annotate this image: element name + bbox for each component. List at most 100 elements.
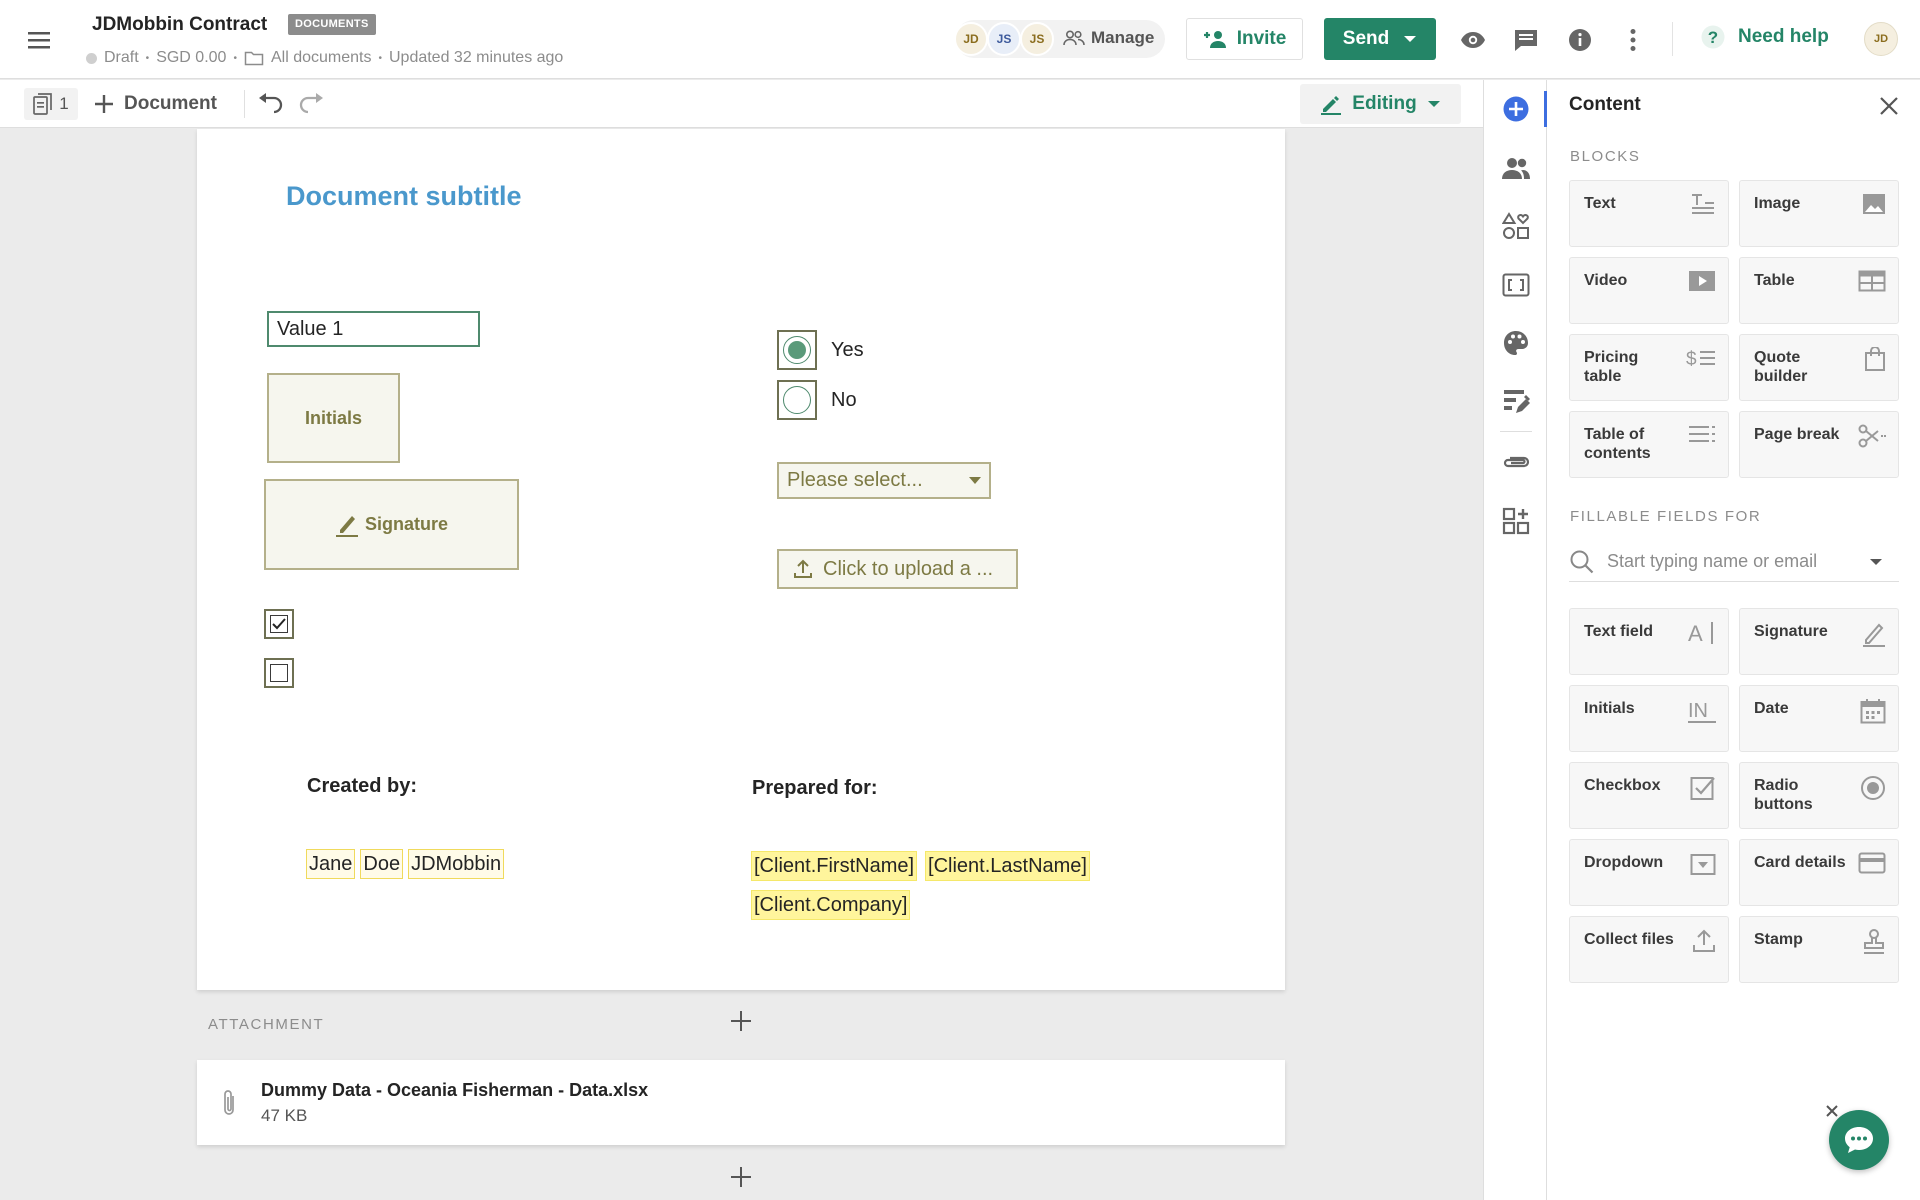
undo-icon[interactable] [256, 93, 284, 115]
client-company-row: [Client.Company] [751, 890, 911, 920]
collect-files-icon [1692, 929, 1716, 953]
field-tile-checkbox[interactable]: Checkbox [1569, 762, 1729, 829]
chat-support-button[interactable] [1829, 1110, 1889, 1170]
side-icon-rail [1483, 80, 1547, 1200]
block-tile-text[interactable]: Text [1569, 180, 1729, 247]
document-title[interactable]: JDMobbin Contract [92, 14, 267, 36]
pricing-table-icon: $ [1686, 347, 1716, 369]
document-type-badge: DOCUMENTS [288, 14, 376, 35]
close-chat-icon[interactable] [1824, 1103, 1840, 1119]
info-icon[interactable] [1564, 24, 1596, 56]
close-panel-icon[interactable] [1877, 94, 1901, 118]
dropdown-field[interactable]: Please select... [777, 462, 991, 499]
collaborator-avatar[interactable]: JS [1020, 22, 1054, 56]
document-amount: SGD 0.00 [156, 49, 227, 66]
field-tile-stamp[interactable]: Stamp [1739, 916, 1899, 983]
initials-field[interactable]: Initials [267, 373, 400, 463]
add-section-plus-icon[interactable] [730, 1166, 752, 1188]
radio-option-yes[interactable]: Yes [777, 330, 864, 370]
date-field-icon [1860, 698, 1886, 724]
more-options-icon[interactable] [1617, 24, 1649, 56]
block-tile-table-of-contents[interactable]: Table of contents [1569, 411, 1729, 478]
client-company-variable[interactable]: [Client.Company] [751, 890, 911, 920]
embed-icon[interactable] [1500, 269, 1532, 301]
manage-button[interactable]: Manage [1063, 28, 1154, 48]
caret-down-icon[interactable] [1403, 35, 1417, 43]
table-block-icon [1858, 270, 1886, 292]
text-field[interactable]: Value 1 [267, 311, 480, 347]
radio-label-no: No [831, 388, 857, 411]
apps-integrations-icon[interactable] [1500, 505, 1532, 537]
checkbox-unchecked[interactable] [264, 658, 294, 688]
redo-icon[interactable] [298, 93, 326, 115]
field-tile-collect-files[interactable]: Collect files [1569, 916, 1729, 983]
invite-label: Invite [1236, 28, 1287, 49]
question-icon: ? [1700, 24, 1726, 50]
add-document-label: Document [124, 93, 217, 114]
sender-variables: Jane Doe JDMobbin [306, 849, 505, 879]
editing-mode-button[interactable]: Editing [1300, 84, 1461, 124]
checkmark-icon [272, 618, 286, 630]
send-label: Send [1342, 28, 1390, 49]
attachment-paperclip-icon[interactable] [1500, 446, 1532, 478]
blocks-heading: BLOCKS [1570, 148, 1641, 165]
block-tile-page-break[interactable]: Page break [1739, 411, 1899, 478]
need-help-button[interactable]: ? Need help [1700, 24, 1829, 50]
user-avatar[interactable]: JD [1864, 22, 1898, 56]
editing-mode-label: Editing [1352, 93, 1417, 114]
add-attachment-plus-icon[interactable] [730, 1010, 752, 1032]
sender-last-name-variable[interactable]: Doe [360, 849, 404, 879]
signature-field[interactable]: Signature [264, 479, 519, 570]
field-tile-radio-buttons[interactable]: Radio buttons [1739, 762, 1899, 829]
send-button[interactable]: Send [1324, 18, 1436, 60]
attachment-file-name[interactable]: Dummy Data - Oceania Fisherman - Data.xl… [261, 1080, 648, 1101]
sender-company-variable[interactable]: JDMobbin [408, 849, 505, 879]
client-first-name-variable[interactable]: [Client.FirstName] [751, 851, 918, 881]
field-tile-card-details[interactable]: Card details [1739, 839, 1899, 906]
add-document-button[interactable]: Document [94, 93, 217, 115]
recipient-search-input[interactable] [1607, 551, 1857, 572]
add-content-icon[interactable] [1500, 93, 1532, 125]
field-tile-dropdown[interactable]: Dropdown [1569, 839, 1729, 906]
prepared-for-heading: Prepared for: [752, 777, 878, 799]
attachment-card[interactable]: Dummy Data - Oceania Fisherman - Data.xl… [197, 1060, 1285, 1145]
variables-icon[interactable] [1500, 385, 1532, 417]
invite-button[interactable]: Invite [1186, 18, 1303, 60]
field-tile-text-field[interactable]: Text field A [1569, 608, 1729, 675]
collaborator-avatar[interactable]: JD [954, 22, 988, 56]
page-count: 1 [59, 94, 69, 113]
client-last-name-variable[interactable]: [Client.LastName] [925, 851, 1090, 881]
file-upload-field[interactable]: Click to upload a ... [777, 549, 1018, 589]
checkbox-checked[interactable] [264, 609, 294, 639]
document-subtitle[interactable]: Document subtitle [286, 181, 522, 212]
radio-option-no[interactable]: No [777, 380, 857, 420]
caret-down-icon[interactable] [1869, 558, 1883, 566]
block-tile-pricing-table[interactable]: Pricing table $ [1569, 334, 1729, 401]
block-tile-table[interactable]: Table [1739, 257, 1899, 324]
folder-link[interactable]: All documents [271, 49, 372, 67]
comments-icon[interactable] [1510, 24, 1542, 56]
card-details-icon [1858, 852, 1886, 874]
paperclip-icon [221, 1088, 237, 1118]
collaborator-avatar[interactable]: JS [987, 22, 1021, 56]
plus-icon [94, 94, 114, 114]
svg-text:?: ? [1708, 28, 1718, 47]
block-label: Image [1754, 195, 1801, 212]
sender-first-name-variable[interactable]: Jane [306, 849, 356, 879]
pages-button[interactable]: 1 [24, 88, 78, 120]
field-tile-signature[interactable]: Signature [1739, 608, 1899, 675]
document-meta: Draft • SGD 0.00 • All documents • Updat… [86, 49, 563, 67]
people-icon [1063, 30, 1085, 46]
field-tile-date[interactable]: Date [1739, 685, 1899, 752]
block-tile-quote-builder[interactable]: Quote builder [1739, 334, 1899, 401]
hamburger-menu-icon[interactable] [24, 26, 56, 54]
recipients-icon[interactable] [1500, 152, 1532, 184]
block-tile-video[interactable]: Video [1569, 257, 1729, 324]
field-tile-initials[interactable]: Initials IN [1569, 685, 1729, 752]
elements-icon[interactable] [1500, 210, 1532, 242]
block-tile-image[interactable]: Image [1739, 180, 1899, 247]
preview-eye-icon[interactable] [1457, 24, 1489, 56]
initials-field-icon: IN [1688, 698, 1716, 724]
design-palette-icon[interactable] [1500, 327, 1532, 359]
upload-label: Click to upload a ... [823, 557, 994, 580]
